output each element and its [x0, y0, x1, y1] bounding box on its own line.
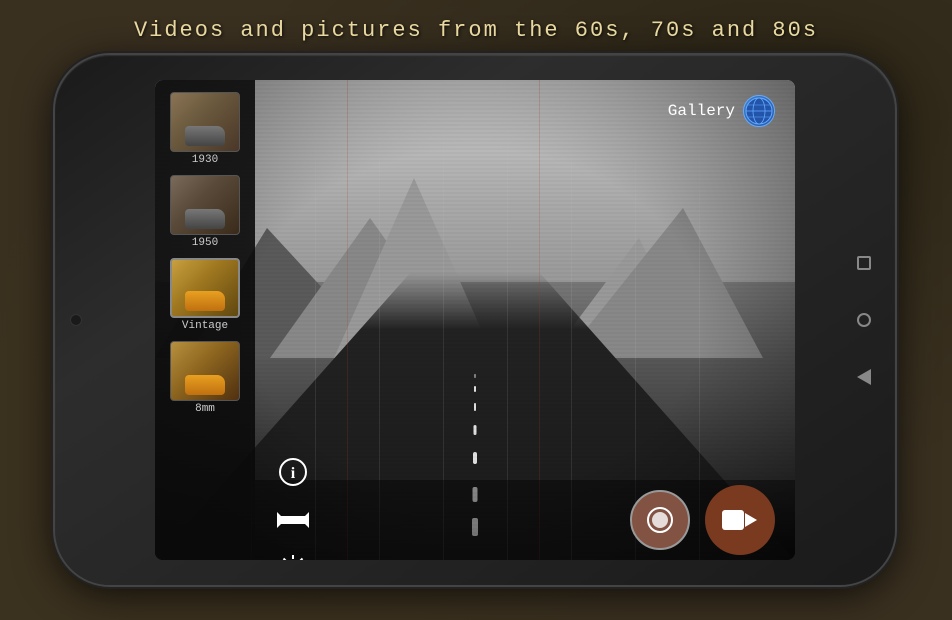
android-nav-buttons	[853, 252, 875, 388]
home-button[interactable]	[853, 309, 875, 331]
filter-thumb-1950	[170, 175, 240, 235]
filter-label-8mm: 8mm	[195, 403, 215, 415]
phone-speaker	[70, 314, 82, 326]
gallery-button[interactable]: Gallery	[668, 95, 775, 127]
filter-label-1950: 1950	[192, 237, 218, 249]
phone-body: Gallery 1930	[55, 55, 895, 585]
video-button[interactable]	[705, 485, 775, 555]
filter-8mm[interactable]: 8mm	[168, 339, 242, 417]
filter-thumb-8mm	[170, 341, 240, 401]
car-thumb-1950	[185, 209, 225, 229]
car-thumb-vintage	[185, 291, 225, 311]
gallery-label: Gallery	[668, 102, 735, 120]
filter-1950[interactable]: 1950	[168, 173, 242, 251]
settings-button[interactable]	[275, 550, 311, 560]
home-icon	[857, 313, 871, 327]
left-icon-controls: i	[265, 454, 311, 560]
filter-label-1930: 1930	[192, 154, 218, 166]
road-dash-5	[474, 403, 476, 411]
bottom-controls: i	[255, 480, 795, 560]
globe-icon	[743, 95, 775, 127]
capture-controls	[630, 485, 775, 555]
road-dash-6	[474, 386, 476, 392]
road-dash-3	[473, 452, 477, 464]
recent-apps-icon	[857, 256, 871, 270]
phone-screen: Gallery 1930	[155, 80, 795, 560]
car-thumb-8mm	[185, 375, 225, 395]
road-dash-7	[475, 374, 476, 378]
filter-1930[interactable]: 1930	[168, 90, 242, 168]
phone-left-side	[70, 314, 82, 326]
filter-thumb-1930	[170, 92, 240, 152]
app-title: Videos and pictures from the 60s, 70s an…	[0, 18, 952, 43]
info-button[interactable]: i	[275, 454, 311, 490]
filter-vintage[interactable]: Vintage	[168, 256, 242, 334]
road-dash-4	[474, 425, 477, 435]
back-icon	[857, 369, 871, 385]
car-thumb-1930	[185, 126, 225, 146]
filter-thumb-vintage	[170, 258, 240, 318]
photo-button[interactable]	[630, 490, 690, 550]
svg-text:i: i	[291, 465, 296, 482]
recent-apps-button[interactable]	[853, 252, 875, 274]
filter-panel: 1930 1950 Vintage 8mm	[155, 80, 255, 560]
back-button[interactable]	[853, 366, 875, 388]
flip-camera-button[interactable]	[275, 502, 311, 538]
filter-label-vintage: Vintage	[182, 320, 228, 332]
